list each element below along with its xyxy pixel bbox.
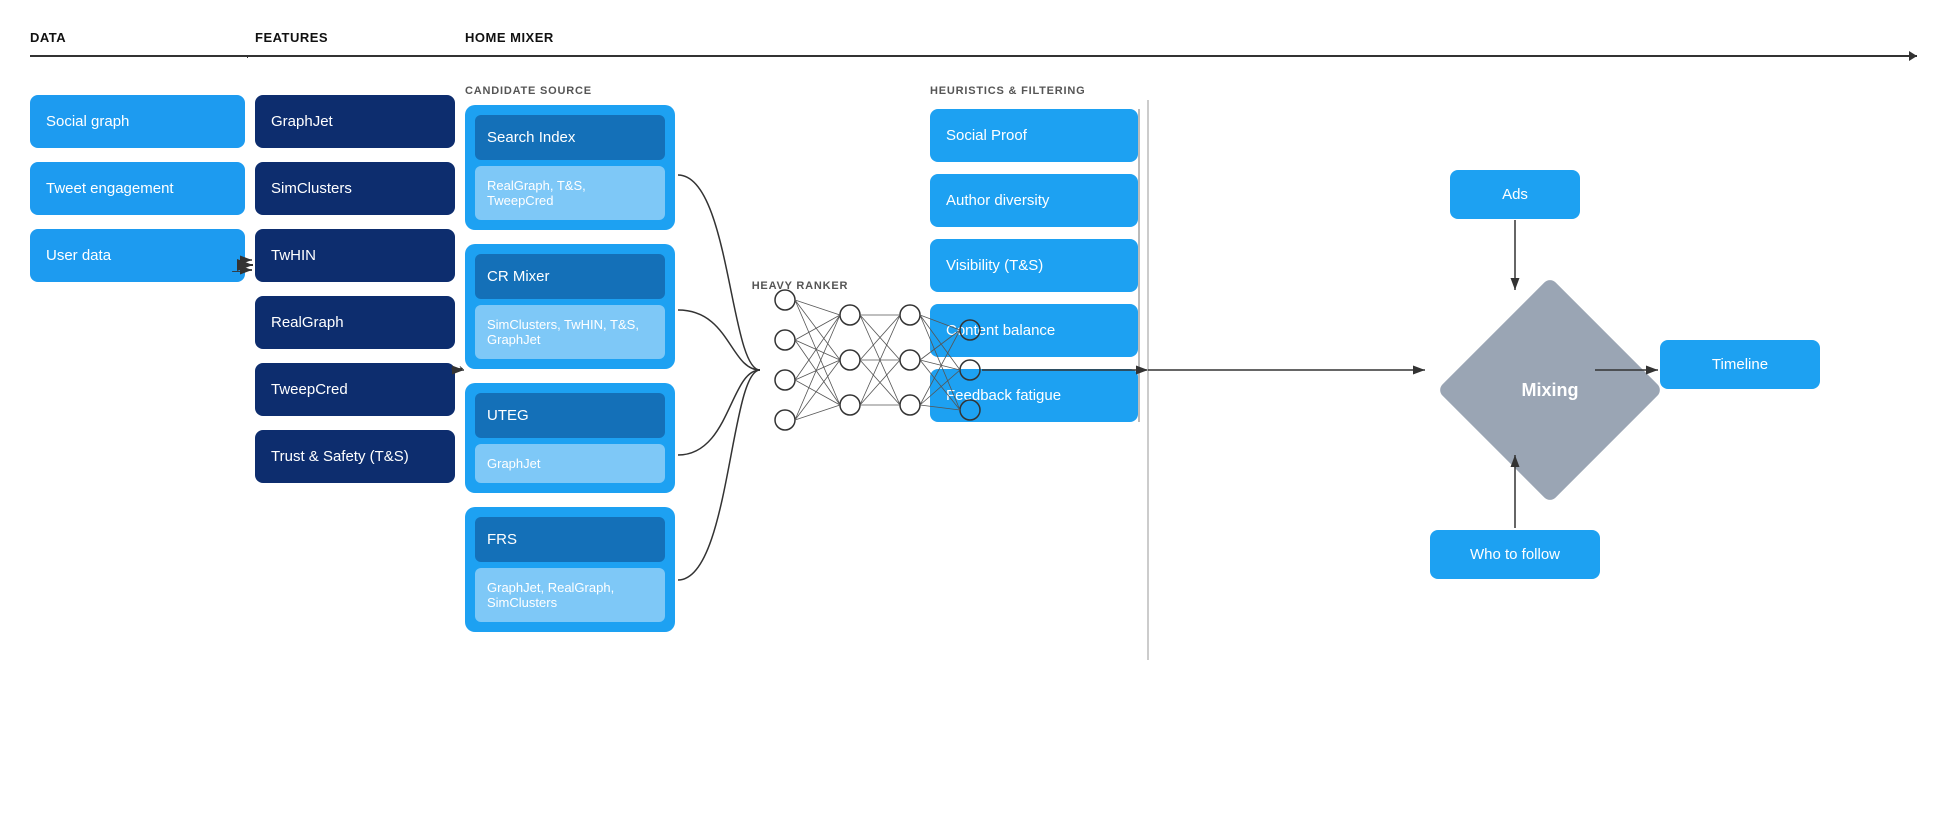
feature-graphjet[interactable]: GraphJet bbox=[255, 95, 455, 148]
ads-section: Ads bbox=[1450, 170, 1580, 219]
feature-tweepcred[interactable]: TweepCred bbox=[255, 363, 455, 416]
data-label: DATA bbox=[30, 30, 66, 45]
heuristic-content-balance[interactable]: Content balance bbox=[930, 304, 1138, 357]
heuristic-feedback-fatigue[interactable]: Feedback fatigue bbox=[930, 369, 1138, 422]
heuristic-author-diversity[interactable]: Author diversity bbox=[930, 174, 1138, 227]
arrow-data-to-features: → bbox=[228, 258, 248, 281]
ads-button[interactable]: Ads bbox=[1450, 170, 1580, 219]
frs-top[interactable]: FRS bbox=[475, 517, 665, 562]
candidate-source-section: CANDIDATE SOURCE Search Index RealGraph,… bbox=[465, 85, 675, 646]
top-arrow-line bbox=[30, 55, 1917, 57]
candidate-group-frs: FRS GraphJet, RealGraph, SimClusters bbox=[465, 507, 675, 632]
heuristics-label: HEURISTICS & FILTERING bbox=[930, 85, 1140, 97]
data-column: Social graph Tweet engagement User data bbox=[30, 95, 245, 296]
data-item-social-graph[interactable]: Social graph bbox=[30, 95, 245, 148]
uteg-top[interactable]: UTEG bbox=[475, 393, 665, 438]
candidate-source-label: CANDIDATE SOURCE bbox=[465, 85, 675, 97]
feature-simclusters[interactable]: SimClusters bbox=[255, 162, 455, 215]
features-column: GraphJet SimClusters TwHIN RealGraph Twe… bbox=[255, 95, 455, 497]
heavy-ranker-label: HEAVY RANKER bbox=[740, 280, 860, 292]
mixing-diamond[interactable]: Mixing bbox=[1437, 277, 1663, 503]
mixing-label: Mixing bbox=[1522, 380, 1579, 401]
candidate-group-search-index: Search Index RealGraph, T&S, TweepCred bbox=[465, 105, 675, 230]
cr-mixer-top[interactable]: CR Mixer bbox=[475, 254, 665, 299]
candidate-group-cr-mixer: CR Mixer SimClusters, TwHIN, T&S, GraphJ… bbox=[465, 244, 675, 369]
search-index-top[interactable]: Search Index bbox=[475, 115, 665, 160]
mixing-section: Mixing bbox=[1430, 290, 1670, 490]
home-mixer-label: HOME MIXER bbox=[465, 30, 554, 45]
feature-twhin[interactable]: TwHIN bbox=[255, 229, 455, 282]
heuristic-visibility[interactable]: Visibility (T&S) bbox=[930, 239, 1138, 292]
candidate-group-uteg: UTEG GraphJet bbox=[465, 383, 675, 493]
top-arrow-bar bbox=[30, 55, 1917, 57]
cr-mixer-bottom: SimClusters, TwHIN, T&S, GraphJet bbox=[475, 305, 665, 359]
data-item-user-data[interactable]: User data bbox=[30, 229, 245, 282]
diagram-container: DATA FEATURES HOME MIXER Social graph Tw… bbox=[0, 0, 1947, 822]
timeline-section: Timeline bbox=[1660, 340, 1820, 389]
timeline-button[interactable]: Timeline bbox=[1660, 340, 1820, 389]
who-to-follow-section: Who to follow bbox=[1430, 530, 1600, 579]
arrow-features-to-mixer: → bbox=[447, 355, 467, 378]
heuristics-section: HEURISTICS & FILTERING Social Proof Auth… bbox=[930, 85, 1140, 434]
frs-bottom: GraphJet, RealGraph, SimClusters bbox=[475, 568, 665, 622]
data-item-tweet-engagement[interactable]: Tweet engagement bbox=[30, 162, 245, 215]
uteg-bottom: GraphJet bbox=[475, 444, 665, 483]
heuristic-social-proof[interactable]: Social Proof bbox=[930, 109, 1138, 162]
feature-trust-safety[interactable]: Trust & Safety (T&S) bbox=[255, 430, 455, 483]
search-index-bottom: RealGraph, T&S, TweepCred bbox=[475, 166, 665, 220]
features-label: FEATURES bbox=[255, 30, 328, 45]
who-to-follow-button[interactable]: Who to follow bbox=[1430, 530, 1600, 579]
feature-realgraph[interactable]: RealGraph bbox=[255, 296, 455, 349]
